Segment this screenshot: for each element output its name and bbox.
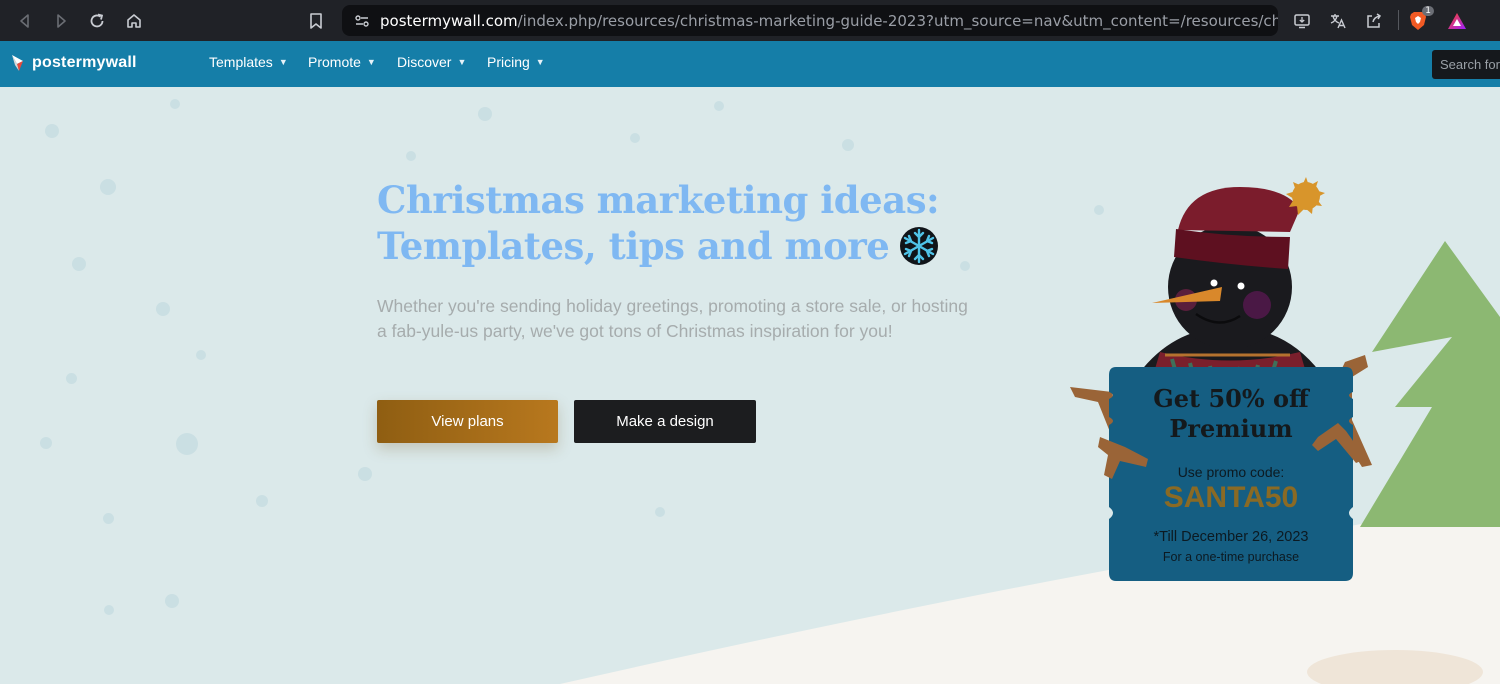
nav-promote[interactable]: Promote ▼ <box>308 54 376 70</box>
forward-icon[interactable] <box>48 8 74 34</box>
promo-code: SANTA50 <box>1163 481 1299 514</box>
back-icon[interactable] <box>12 8 38 34</box>
url-path: /index.php/resources/christmas-marketing… <box>517 11 1278 30</box>
page-title: Christmas marketing ideas: Templates, ti… <box>377 177 940 269</box>
chevron-down-icon: ▼ <box>366 57 376 67</box>
tree-icon <box>1360 241 1500 527</box>
url-host: postermywall.com <box>380 11 518 30</box>
site-navbar: postermywall Templates ▼ Promote ▼ Disco… <box>0 41 1500 87</box>
nav-templates-label: Templates <box>209 54 273 70</box>
snowflake-icon <box>900 226 939 265</box>
promo-title-line-2: Premium <box>1169 414 1293 443</box>
home-icon[interactable] <box>121 8 147 34</box>
chevron-down-icon: ▼ <box>457 57 467 67</box>
nav-discover-label: Discover <box>397 54 452 70</box>
nav-pricing[interactable]: Pricing ▼ <box>487 54 545 70</box>
postermywall-logo[interactable]: postermywall <box>10 53 137 73</box>
reload-icon[interactable] <box>84 8 110 34</box>
logo-text: postermywall <box>32 54 137 71</box>
search-input[interactable]: Search for i <box>1432 50 1500 79</box>
promo-code-label: Use promo code: <box>1177 464 1285 480</box>
view-plans-button[interactable]: View plans <box>377 400 558 443</box>
share-icon[interactable] <box>1362 9 1386 33</box>
hero-section: Christmas marketing ideas: Templates, ti… <box>0 87 1500 684</box>
toolbar-divider <box>1398 10 1399 30</box>
install-icon[interactable] <box>1290 9 1314 33</box>
make-a-design-button[interactable]: Make a design <box>574 400 756 443</box>
shield-badge: 1 <box>1422 6 1434 16</box>
chevron-down-icon: ▼ <box>535 57 545 67</box>
nav-pricing-label: Pricing <box>487 54 530 70</box>
promo-note: For a one-time purchase <box>1162 550 1300 564</box>
logo-mark-icon <box>12 55 23 71</box>
chevron-down-icon: ▼ <box>278 57 288 67</box>
site-settings-icon[interactable] <box>354 13 370 33</box>
browser-toolbar: postermywall.com/index.php/resources/chr… <box>0 0 1500 41</box>
promo-title: Get 50% off Premium <box>1111 384 1351 444</box>
promo-title-line-1: Get 50% off <box>1153 384 1309 413</box>
brave-rewards-icon[interactable] <box>1445 9 1469 33</box>
address-bar[interactable]: postermywall.com/index.php/resources/chr… <box>342 5 1278 36</box>
brave-shield-icon[interactable]: 1 <box>1406 6 1434 33</box>
headline-line-1: Christmas marketing ideas: <box>377 178 940 222</box>
hero-subtext: Whether you're sending holiday greetings… <box>377 296 968 341</box>
nav-discover[interactable]: Discover ▼ <box>397 54 466 70</box>
translate-icon[interactable] <box>1326 9 1350 33</box>
nav-templates[interactable]: Templates ▼ <box>209 54 288 70</box>
nav-promote-label: Promote <box>308 54 361 70</box>
headline-line-2: Templates, tips and more <box>377 224 890 268</box>
bookmark-icon[interactable] <box>303 8 329 34</box>
promo-expiry: *Till December 26, 2023 <box>1153 529 1309 545</box>
